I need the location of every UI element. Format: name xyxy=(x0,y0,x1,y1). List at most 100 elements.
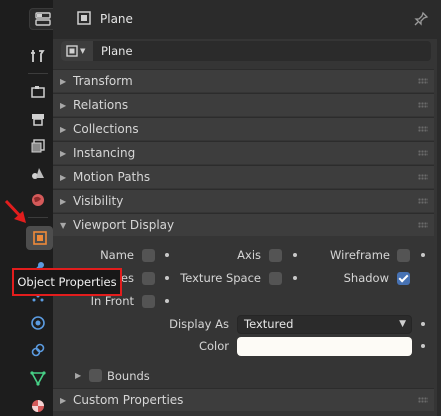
chevron-down-icon: ▼ xyxy=(60,220,67,230)
section-label: Motion Paths xyxy=(73,170,151,184)
display-as-value: Textured xyxy=(244,317,294,331)
section-motion-paths[interactable]: ▶ Motion Paths xyxy=(53,165,434,188)
drag-grip-icon[interactable] xyxy=(418,222,428,228)
drag-grip-icon[interactable] xyxy=(418,198,428,204)
pin-icon[interactable] xyxy=(413,11,429,27)
tab-material[interactable] xyxy=(26,394,50,416)
chevron-down-icon: ▼ xyxy=(80,47,86,55)
chevron-right-icon: ▶ xyxy=(60,148,67,158)
keyframe-dot[interactable] xyxy=(293,276,297,280)
keyframe-dot[interactable] xyxy=(165,299,169,303)
tab-render[interactable] xyxy=(26,80,50,104)
section-custom-properties[interactable]: ▶ Custom Properties xyxy=(53,388,434,411)
world-icon xyxy=(32,194,44,206)
wireframe-checkbox[interactable] xyxy=(397,249,410,262)
section-label: Instancing xyxy=(73,146,136,160)
name-checkbox[interactable] xyxy=(142,249,155,262)
tool-icon xyxy=(31,50,45,62)
texture-space-label: Texture Space xyxy=(180,271,261,285)
chevron-right-icon: ▶ xyxy=(60,100,67,110)
bounds-label: Bounds xyxy=(107,369,150,383)
object-icon xyxy=(32,231,47,245)
section-transform[interactable]: ▶ Transform xyxy=(53,69,434,92)
axis-label: Axis xyxy=(237,248,261,262)
object-icon xyxy=(77,11,91,25)
material-icon xyxy=(32,400,44,412)
render-icon xyxy=(31,86,45,98)
keyframe-dot[interactable] xyxy=(165,276,169,280)
keyframe-dot[interactable] xyxy=(165,253,169,257)
section-label: Visibility xyxy=(73,194,124,208)
color-label: Color xyxy=(198,339,229,353)
section-label: Relations xyxy=(73,98,129,112)
tab-separator xyxy=(28,217,48,218)
drag-grip-icon[interactable] xyxy=(418,150,428,156)
chevron-right-icon: ▶ xyxy=(60,124,67,134)
object-type-button[interactable]: ▼ xyxy=(61,41,93,61)
tab-object[interactable] xyxy=(26,226,53,250)
properties-editor-icon xyxy=(35,12,51,26)
scene-icon xyxy=(32,168,44,179)
section-collections[interactable]: ▶ Collections xyxy=(53,117,434,140)
tab-view-layer[interactable] xyxy=(26,134,50,158)
tab-constraints[interactable] xyxy=(26,338,50,362)
texture-space-checkbox[interactable] xyxy=(269,272,282,285)
annotation-arrow-icon xyxy=(4,199,26,223)
chevron-right-icon: ▶ xyxy=(60,172,67,182)
properties-header: Plane xyxy=(53,0,441,39)
display-as-dropdown[interactable]: Textured ▼ xyxy=(237,315,412,334)
mesh-data-icon xyxy=(30,371,46,386)
scrollbar[interactable] xyxy=(437,39,441,416)
object-name-value: Plane xyxy=(101,44,133,58)
keyframe-dot[interactable] xyxy=(293,253,297,257)
section-label: Viewport Display xyxy=(73,218,175,232)
section-instancing[interactable]: ▶ Instancing xyxy=(53,141,434,164)
in-front-label: In Front xyxy=(90,294,134,308)
shadow-label: Shadow xyxy=(343,271,389,285)
drag-grip-icon[interactable] xyxy=(418,397,428,403)
object-properties-panel: ▼ Plane ▶ Transform ▶ Relations ▶ Collectio… xyxy=(53,39,441,416)
view-layer-icon xyxy=(31,139,45,153)
in-front-checkbox[interactable] xyxy=(142,295,155,308)
section-label: Custom Properties xyxy=(73,393,184,407)
tab-separator xyxy=(28,73,48,74)
object-icon xyxy=(66,45,78,57)
chevron-right-icon: ▶ xyxy=(60,395,67,405)
chevron-right-icon[interactable]: ▶ xyxy=(75,371,81,380)
tab-output[interactable] xyxy=(26,107,50,131)
keyframe-dot[interactable] xyxy=(421,344,425,348)
section-label: Transform xyxy=(73,74,133,88)
drag-grip-icon[interactable] xyxy=(418,174,428,180)
constraints-icon xyxy=(31,343,45,357)
tab-physics[interactable] xyxy=(26,311,50,335)
chevron-right-icon: ▶ xyxy=(60,76,67,86)
axis-checkbox[interactable] xyxy=(269,249,282,262)
output-icon xyxy=(32,114,44,126)
bounds-checkbox[interactable] xyxy=(89,369,102,382)
tab-data[interactable] xyxy=(26,366,50,390)
physics-icon xyxy=(31,316,45,330)
object-name-field[interactable]: ▼ Plane xyxy=(61,41,431,61)
color-swatch[interactable] xyxy=(237,337,412,356)
tooltip: Object Properties xyxy=(12,268,122,296)
drag-grip-icon[interactable] xyxy=(418,126,428,132)
section-label: Collections xyxy=(73,122,139,136)
section-viewport-display[interactable]: ▼ Viewport Display xyxy=(53,213,434,236)
chevron-down-icon: ▼ xyxy=(399,319,406,329)
section-relations[interactable]: ▶ Relations xyxy=(53,93,434,116)
name-label: Name xyxy=(100,248,134,262)
keyframe-dot[interactable] xyxy=(421,322,425,326)
edges-checkbox[interactable] xyxy=(142,272,155,285)
chevron-right-icon: ▶ xyxy=(60,196,67,206)
drag-grip-icon[interactable] xyxy=(418,102,428,108)
shadow-checkbox[interactable] xyxy=(397,272,410,285)
section-visibility[interactable]: ▶ Visibility xyxy=(53,189,434,212)
tab-scene[interactable] xyxy=(26,161,50,185)
tooltip-text: Object Properties xyxy=(17,275,117,289)
display-as-label: Display As xyxy=(169,317,229,331)
drag-grip-icon[interactable] xyxy=(418,78,428,84)
tab-tool[interactable] xyxy=(26,44,50,68)
keyframe-dot[interactable] xyxy=(421,253,425,257)
wireframe-label: Wireframe xyxy=(330,248,390,262)
header-object-name: Plane xyxy=(100,12,133,26)
